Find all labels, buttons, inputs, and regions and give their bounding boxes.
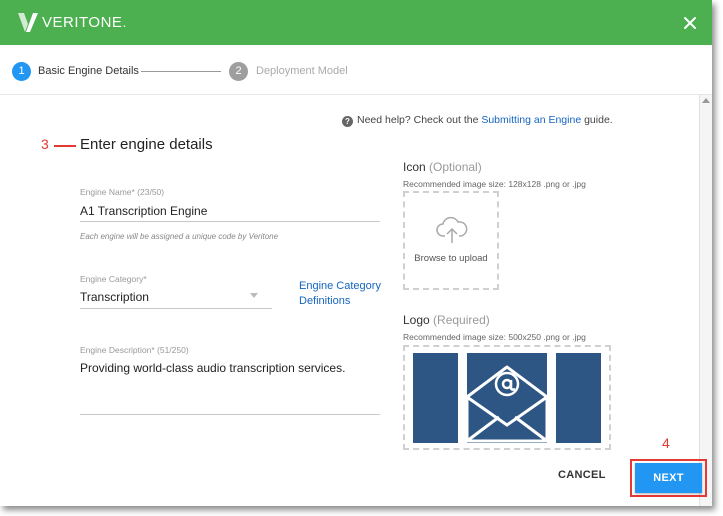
engine-category-definitions-link[interactable]: Engine Category Definitions xyxy=(299,279,389,309)
section-title: Enter engine details xyxy=(80,136,213,153)
icon-title: Icon (Optional) xyxy=(403,160,482,174)
engine-description-label: Engine Description* (51/250) xyxy=(80,345,189,355)
close-icon[interactable] xyxy=(680,13,700,33)
engine-name-input[interactable]: A1 Transcription Engine xyxy=(80,204,207,218)
annotation-4: 4 xyxy=(662,435,670,451)
engine-description-input[interactable]: Providing world-class audio transcriptio… xyxy=(80,361,345,375)
engine-name-underline xyxy=(80,221,380,222)
scrollbar[interactable] xyxy=(699,95,712,506)
brand-name: VERITONE. xyxy=(42,14,128,31)
step-2-indicator: 2 xyxy=(229,62,248,81)
logo-size-hint: Recommended image size: 500x250 .png or … xyxy=(403,332,586,342)
help-text: ? Need help? Check out the Submitting an … xyxy=(342,114,613,127)
engine-name-label: Engine Name* (23/50) xyxy=(80,187,165,197)
stepper: 1 Basic Engine Details 2 Deployment Mode… xyxy=(0,45,712,95)
engine-description-underline xyxy=(80,414,380,415)
engine-category-select[interactable]: Transcription xyxy=(80,290,149,304)
dialog-titlebar: VERITONE. xyxy=(0,0,712,45)
step-connector xyxy=(141,71,221,72)
step-1-indicator: 1 xyxy=(12,62,31,81)
logo-upload-dropzone[interactable] xyxy=(403,345,611,450)
veritone-logo-icon xyxy=(18,13,38,32)
next-button[interactable]: NEXT xyxy=(635,463,702,493)
browse-to-upload-label: Browse to upload xyxy=(414,253,488,264)
cancel-button[interactable]: CANCEL xyxy=(558,469,606,481)
icon-size-hint: Recommended image size: 128x128 .png or … xyxy=(403,179,586,189)
engine-name-hint: Each engine will be assigned a unique co… xyxy=(80,232,279,241)
create-engine-dialog: VERITONE. 1 Basic Engine Details 2 Deplo… xyxy=(0,0,712,506)
icon-upload-dropzone[interactable]: Browse to upload xyxy=(403,191,499,290)
engine-category-label: Engine Category* xyxy=(80,274,147,284)
help-icon: ? xyxy=(342,116,353,127)
cloud-upload-icon xyxy=(436,216,468,243)
chevron-down-icon[interactable] xyxy=(250,293,258,298)
engine-category-underline xyxy=(80,308,272,309)
envelope-at-logo xyxy=(413,353,601,443)
submitting-engine-link[interactable]: Submitting an Engine xyxy=(481,114,581,126)
scroll-up-icon[interactable] xyxy=(702,98,710,103)
step-1-label: Basic Engine Details xyxy=(38,65,139,77)
logo-title: Logo (Required) xyxy=(403,313,490,327)
annotation-3-line xyxy=(54,145,76,147)
step-2-label: Deployment Model xyxy=(256,65,348,77)
annotation-3: 3 xyxy=(41,136,49,152)
